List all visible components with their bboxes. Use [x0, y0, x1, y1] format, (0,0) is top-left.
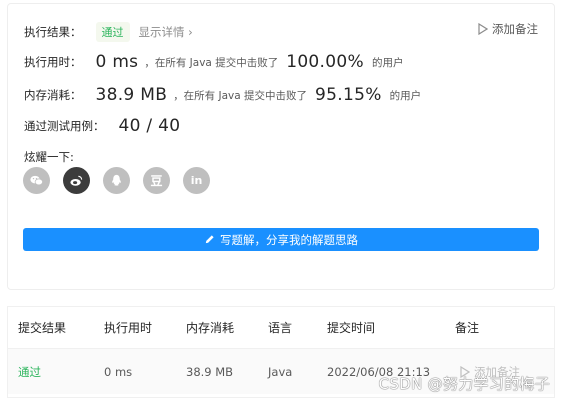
watermark: CSDN @努力学习的梅子 — [378, 375, 550, 393]
douban-icon[interactable]: 豆 — [143, 167, 170, 194]
runtime-value: 0 ms — [95, 52, 139, 72]
header-runtime: 执行用时 — [104, 321, 153, 335]
douban-glyph: 豆 — [150, 174, 163, 188]
memory-label: 内存消耗： — [24, 88, 82, 102]
pencil-icon — [205, 235, 214, 244]
result-row: 执行结果： 通过 显示详情 › — [24, 22, 193, 42]
memory-suffix: 的用户 — [389, 89, 422, 102]
row-status-link[interactable]: 通过 — [18, 349, 41, 394]
tests-label: 通过测试用例： — [24, 119, 105, 133]
table-header: 提交结果 执行用时 内存消耗 语言 提交时间 备注 — [8, 307, 554, 349]
linkedin-glyph: in — [190, 174, 203, 187]
header-note: 备注 — [455, 321, 480, 335]
runtime-row: 执行用时： 0 ms ，在所有 Java 提交中击败了 100.00% 的用户 — [24, 52, 403, 72]
runtime-percent: 100.00% — [286, 52, 364, 72]
runtime-mid-text: ，在所有 Java 提交中击败了 — [144, 56, 279, 69]
share-icons: 豆 in — [23, 167, 210, 194]
memory-value: 38.9 MB — [95, 85, 168, 105]
memory-mid-text: ，在所有 Java 提交中击败了 — [173, 89, 308, 102]
tests-row: 通过测试用例： 40 / 40 — [24, 116, 180, 136]
row-language: Java — [268, 364, 293, 379]
tests-value: 40 / 40 — [118, 116, 181, 136]
header-memory: 内存消耗 — [186, 321, 235, 335]
add-note-label: 添加备注 — [492, 22, 538, 36]
runtime-label: 执行用时： — [24, 55, 82, 69]
show-details-link[interactable]: 显示详情 › — [139, 24, 193, 40]
weibo-icon[interactable] — [63, 167, 90, 194]
memory-percent: 95.15% — [315, 85, 382, 105]
status-badge: 通过 — [95, 22, 130, 42]
runtime-suffix: 的用户 — [371, 56, 404, 69]
linkedin-icon[interactable]: in — [183, 167, 210, 194]
flag-icon — [478, 23, 488, 35]
header-language: 语言 — [268, 321, 293, 335]
row-runtime: 0 ms — [104, 364, 133, 379]
write-solution-button[interactable]: 写题解，分享我的解题思路 — [23, 228, 539, 251]
header-time: 提交时间 — [327, 321, 376, 335]
add-note-button[interactable]: 添加备注 — [478, 21, 538, 37]
header-status: 提交结果 — [18, 321, 67, 335]
qq-icon[interactable] — [103, 167, 130, 194]
share-label: 炫耀一下: — [24, 150, 74, 164]
row-memory: 38.9 MB — [186, 364, 234, 379]
write-solution-label: 写题解，分享我的解题思路 — [220, 232, 358, 247]
memory-row: 内存消耗： 38.9 MB ，在所有 Java 提交中击败了 95.15% 的用… — [24, 85, 421, 105]
result-label: 执行结果： — [24, 25, 82, 39]
wechat-icon[interactable] — [23, 167, 50, 194]
share-row: 炫耀一下: — [24, 149, 74, 165]
